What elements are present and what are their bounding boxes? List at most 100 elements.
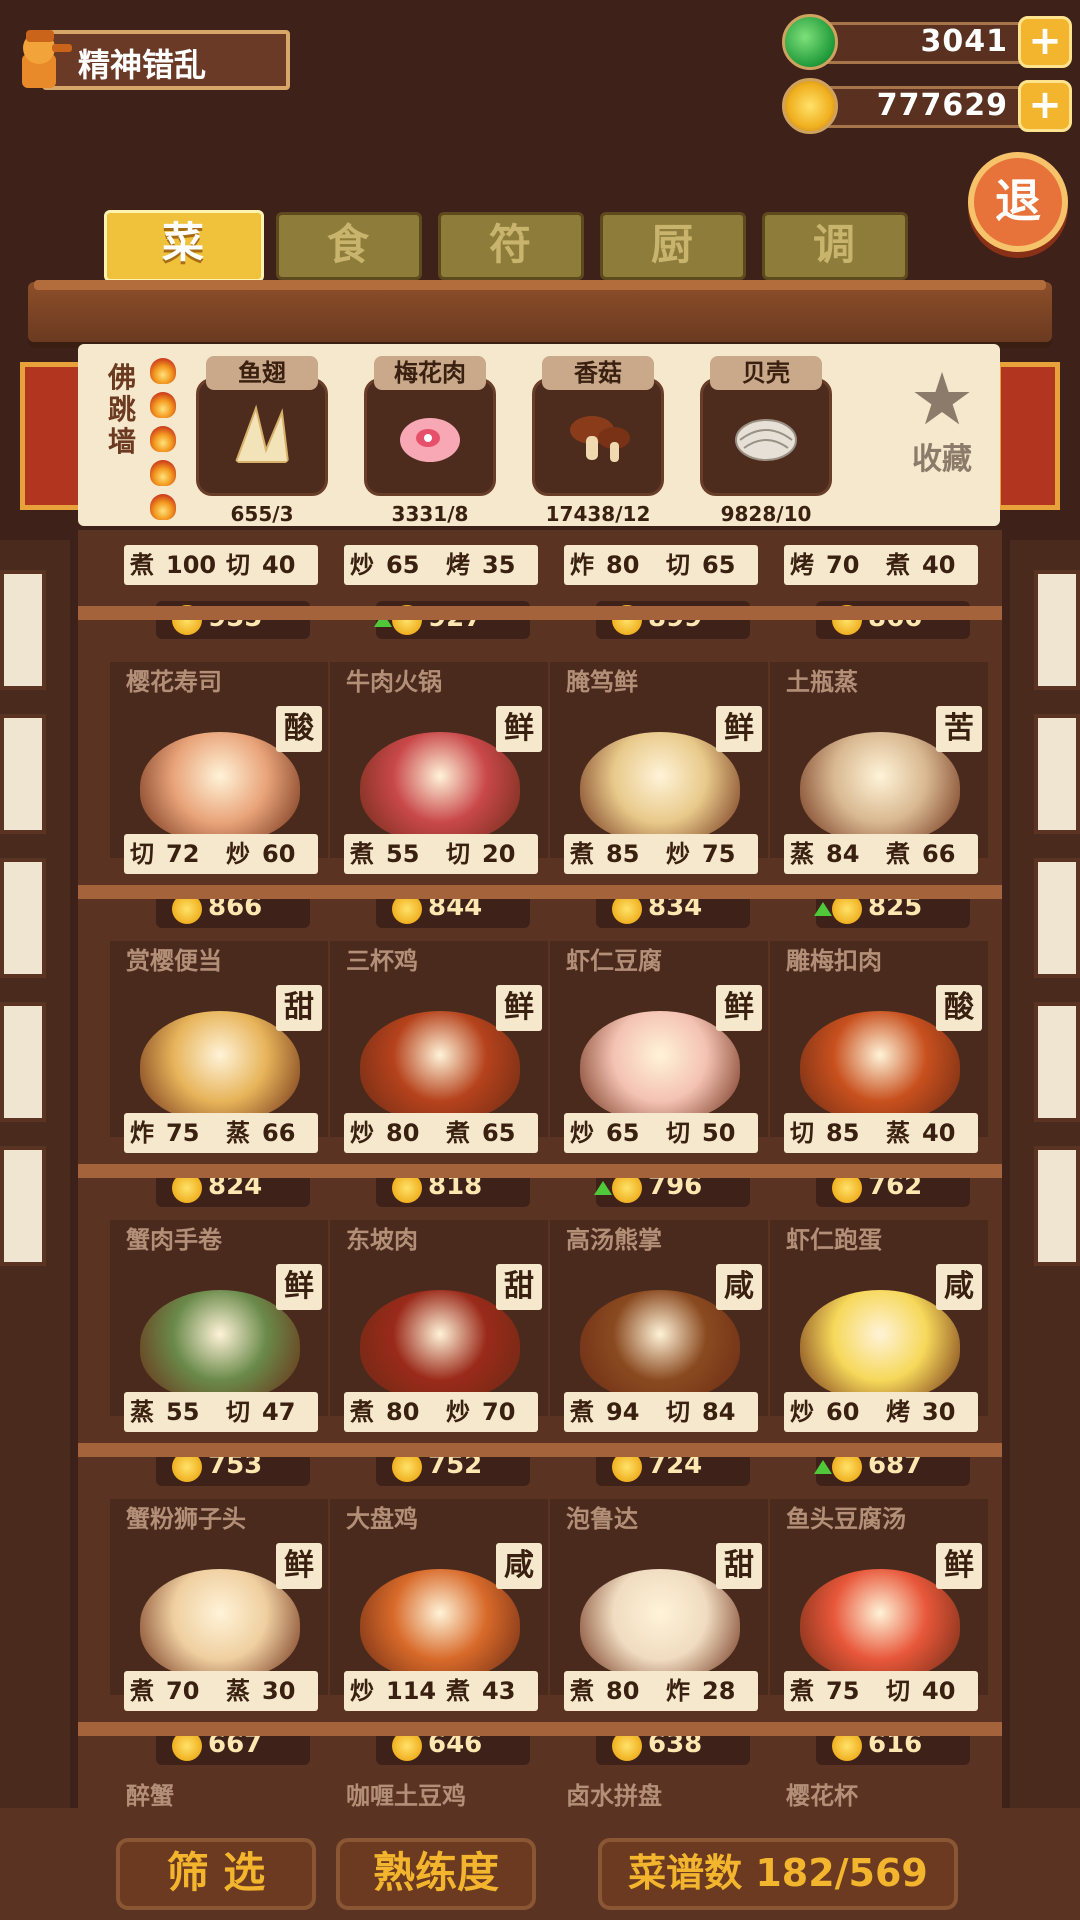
skill-1-value: 60 [826, 1398, 860, 1426]
skill-requirements: 切 85 蒸 40 [784, 1113, 978, 1153]
skill-2-name: 煮 [446, 1677, 470, 1705]
skill-2-name: 蒸 [886, 1119, 910, 1147]
skill-2-value: 40 [922, 551, 956, 579]
skill-requirements: 烤 70 煮 40 [784, 545, 978, 585]
skill-1-name: 炒 [570, 1119, 594, 1147]
skill-2-name: 切 [226, 1398, 250, 1426]
recipe-name: 雕梅扣肉 [786, 947, 882, 975]
shelf-divider [78, 885, 1002, 899]
recipe-name: 蟹粉狮子头 [126, 1505, 246, 1533]
flavor-tag: 甜 [496, 1264, 542, 1310]
skill-requirements: 炒 60 烤 30 [784, 1392, 978, 1432]
skill-1-value: 84 [826, 840, 860, 868]
skill-2-value: 40 [262, 551, 296, 579]
skill-1-name: 煮 [350, 840, 374, 868]
skill-2-value: 30 [922, 1398, 956, 1426]
skill-1-value: 65 [606, 1119, 640, 1147]
add-coin-button[interactable]: + [1018, 80, 1072, 132]
flavor-tag: 鲜 [276, 1543, 322, 1589]
skill-2-name: 切 [666, 1119, 690, 1147]
skill-requirements: 煮 94 切 84 [564, 1392, 758, 1432]
exit-button[interactable]: 退 [968, 152, 1068, 252]
coin-amount: 777629 [876, 88, 1008, 123]
skill-2-value: 65 [702, 551, 736, 579]
tab-seasonings[interactable]: 调 料 [762, 212, 908, 329]
flavor-tag: 甜 [716, 1543, 762, 1589]
skill-1-name: 煮 [570, 1677, 594, 1705]
skill-requirements: 炒 80 煮 65 [344, 1113, 538, 1153]
add-jade-button[interactable]: + [1018, 16, 1072, 68]
recipe-name: 高汤熊掌 [566, 1226, 662, 1254]
coin-currency: 777629 + [782, 78, 1072, 134]
recipe-name: 卤水拼盘 [566, 1782, 662, 1810]
skill-1-name: 炒 [350, 1677, 374, 1705]
filter-button[interactable]: 筛 选 [116, 1838, 316, 1910]
skill-2-value: 47 [262, 1398, 296, 1426]
recipe-name: 蟹肉手卷 [126, 1226, 222, 1254]
recipe-name: 东坡肉 [346, 1226, 418, 1254]
skill-requirements: 煮 80 炸 28 [564, 1671, 758, 1711]
skill-2-value: 28 [702, 1677, 736, 1705]
jade-icon [782, 14, 838, 70]
skill-requirements: 煮 80 炒 70 [344, 1392, 538, 1432]
skill-1-name: 煮 [790, 1677, 814, 1705]
skill-1-name: 蒸 [130, 1398, 154, 1426]
skill-1-value: 100 [166, 551, 217, 579]
recipe-name: 醉蟹 [126, 1782, 174, 1810]
skill-2-name: 切 [886, 1677, 910, 1705]
flavor-tag: 鲜 [716, 706, 762, 752]
skill-2-name: 炒 [446, 1398, 470, 1426]
skill-2-name: 煮 [886, 551, 910, 579]
skill-requirements: 炒 114 煮 43 [344, 1671, 538, 1711]
skill-2-name: 切 [666, 1398, 690, 1426]
skill-requirements: 煮 75 切 40 [784, 1671, 978, 1711]
skill-1-value: 80 [606, 551, 640, 579]
skill-1-name: 烤 [790, 551, 814, 579]
skill-2-name: 切 [666, 551, 690, 579]
recipe-name: 樱花杯 [786, 1782, 858, 1810]
recipe-name: 三杯鸡 [346, 947, 418, 975]
recipe-name: 鱼头豆腐汤 [786, 1505, 906, 1533]
flavor-tag: 鲜 [276, 1264, 322, 1310]
skill-1-value: 80 [386, 1119, 420, 1147]
flavor-tag: 酸 [936, 985, 982, 1031]
skill-2-name: 煮 [446, 1119, 470, 1147]
flavor-tag: 鲜 [716, 985, 762, 1031]
flavor-tag: 咸 [716, 1264, 762, 1310]
recipe-name: 虾仁豆腐 [566, 947, 662, 975]
skill-2-value: 35 [482, 551, 516, 579]
skill-requirements: 煮 55 切 20 [344, 834, 538, 874]
flavor-tag: 甜 [276, 985, 322, 1031]
tab-utensils[interactable]: 厨 具 [600, 212, 746, 329]
coin-icon [782, 78, 838, 134]
skill-2-name: 烤 [886, 1398, 910, 1426]
proficiency-button[interactable]: 熟练度 [336, 1838, 536, 1910]
skill-1-value: 65 [386, 551, 420, 579]
skill-2-name: 蒸 [226, 1119, 250, 1147]
tab-runes[interactable]: 符 文 [438, 212, 584, 329]
player-badge[interactable]: 精神错乱 [8, 24, 290, 94]
tab-recipes[interactable]: 菜 谱 [104, 210, 264, 327]
skill-2-value: 40 [922, 1677, 956, 1705]
skill-1-value: 80 [386, 1398, 420, 1426]
skill-2-name: 切 [226, 551, 250, 579]
right-wall [1010, 540, 1080, 1920]
shelf-divider [78, 606, 1002, 620]
skill-2-value: 40 [922, 1119, 956, 1147]
tab-ingredients[interactable]: 食 材 [276, 212, 422, 329]
recipe-name: 土瓶蒸 [786, 668, 858, 696]
player-name: 精神错乱 [78, 46, 207, 84]
jade-currency: 3041 + [782, 14, 1072, 70]
skill-2-name: 炒 [666, 840, 690, 868]
recipe-name: 虾仁跑蛋 [786, 1226, 882, 1254]
skill-requirements: 炸 80 切 65 [564, 545, 758, 585]
recipe-name: 大盘鸡 [346, 1505, 418, 1533]
jade-amount: 3041 [920, 24, 1008, 59]
flavor-tag: 咸 [496, 1543, 542, 1589]
skill-requirements: 炒 65 切 50 [564, 1113, 758, 1153]
recipe-name: 咖喱土豆鸡 [346, 1782, 466, 1810]
skill-2-value: 65 [482, 1119, 516, 1147]
skill-2-name: 炸 [666, 1677, 690, 1705]
recipe-name: 赏樱便当 [126, 947, 222, 975]
skill-2-value: 43 [482, 1677, 516, 1705]
